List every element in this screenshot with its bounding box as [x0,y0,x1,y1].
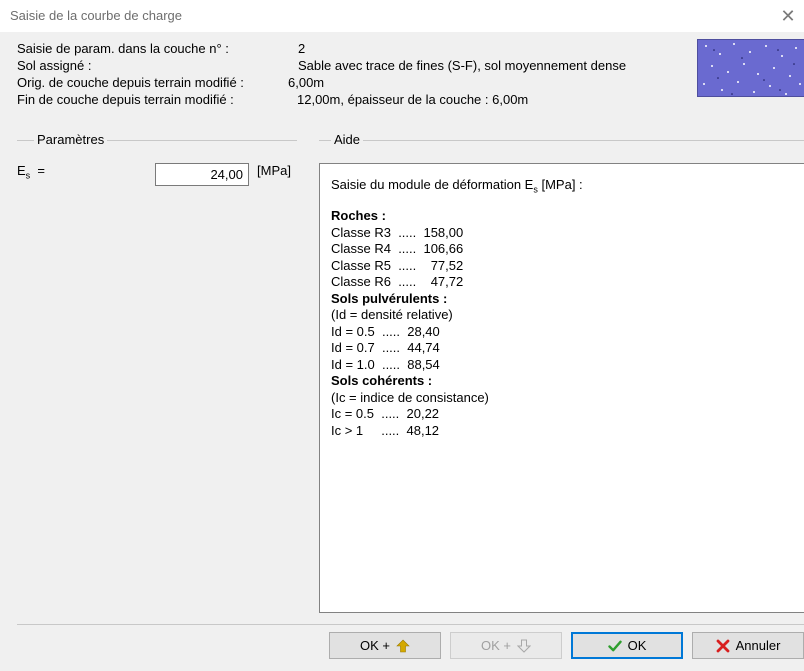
arrow-down-icon [517,639,531,653]
end-value: 12,00m, épaisseur de la couche : 6,00m [297,92,529,107]
es-value-input[interactable] [155,163,249,186]
help-group-label: Aide [331,132,364,147]
ok-plus-up-label: OK + [360,638,390,653]
help-section-heading: Sols pulvérulents : [331,290,448,306]
help-line: (Id = densité relative) [331,307,453,322]
cancel-button[interactable]: Annuler [692,632,804,659]
help-line: Id = 0.5 ..... 28,40 [331,323,440,339]
origin-label: Orig. de couche depuis terrain modifié : [17,75,244,90]
help-line: Classe R4 ..... 106,66 [331,241,464,256]
help-line: Classe R5 ..... 77,52 [331,257,464,273]
help-line: Ic = 0.5 ..... 20,22 [331,406,440,421]
cancel-label: Annuler [735,638,781,653]
es-symbol: E [17,163,26,178]
close-button[interactable]: ✕ [776,4,800,28]
ok-label: OK [627,638,647,653]
params-group-label: Paramètres [34,132,108,147]
layer-value: 2 [298,41,306,56]
bottom-separator [17,624,804,625]
ok-plus-down-button[interactable]: OK + [450,632,562,659]
ok-plus-down-label: OK + [481,638,511,653]
title-bar: Saisie de la courbe de charge ✕ [0,0,804,32]
soil-label: Sol assigné : [17,58,92,73]
help-line: (Ic = indice de consistance) [331,389,489,405]
layer-label: Saisie de param. dans la couche n° : [17,41,229,56]
help-intro-post: [MPa] : [537,177,583,192]
help-intro: Saisie du module de déformation Es [MPa]… [331,177,583,195]
soil-pattern-swatch [697,39,804,97]
help-section-heading: Sols cohérents : [331,373,433,388]
origin-value: 6,00m [288,75,325,90]
help-line: Ic > 1 ..... 48,12 [331,422,440,438]
help-intro-pre: Saisie du module de déformation E [331,177,534,192]
es-equals: = [37,163,45,178]
check-icon [607,640,622,651]
help-line: Classe R3 ..... 158,00 [331,224,464,240]
help-line: Id = 0.7 ..... 44,74 [331,340,440,355]
window-title: Saisie de la courbe de charge [10,8,183,23]
help-group-line [319,140,804,141]
end-label: Fin de couche depuis terrain modifié : [17,92,234,107]
ok-plus-up-button[interactable]: OK + [329,632,441,659]
arrow-up-icon [396,639,410,652]
dialog-body: Saisie de param. dans la couche n° : 2 S… [0,32,804,671]
ok-button[interactable]: OK [571,632,683,659]
help-line: Classe R6 ..... 47,72 [331,274,464,289]
help-text-panel[interactable]: Saisie du module de déformation Es [MPa]… [319,163,804,613]
help-lines: Roches : Classe R3 ..... 158,00 Classe R4 … [331,208,489,439]
soil-value: Sable avec trace de fines (S-F), sol moy… [298,58,627,73]
cancel-x-icon [716,639,729,652]
es-label: Es = [17,163,45,181]
es-unit: [MPa] [257,163,291,178]
help-line: Id = 1.0 ..... 88,54 [331,356,440,372]
help-section-heading: Roches : [331,208,386,223]
es-subscript: s [25,170,31,181]
